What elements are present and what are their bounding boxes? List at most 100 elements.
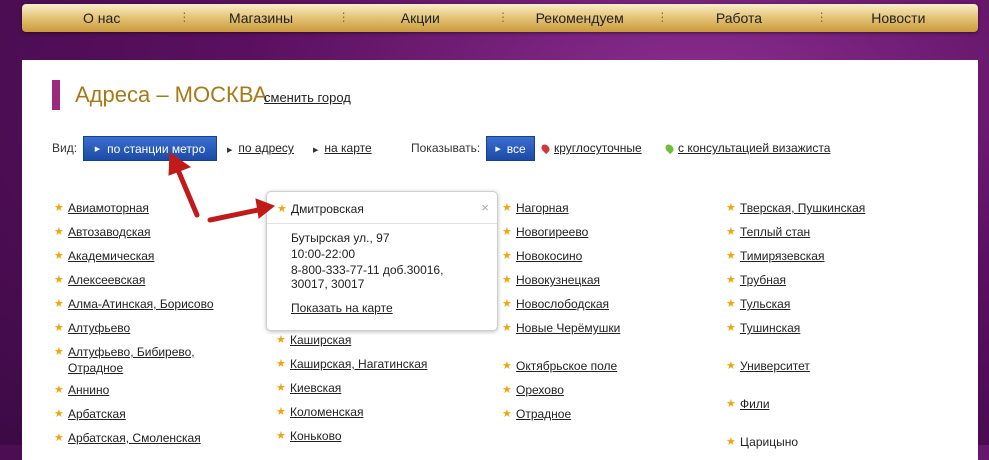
station-link[interactable]: ★ Арбатская — [54, 406, 214, 422]
station-popup: ★ Дмитровская × Бутырская ул., 97 10:00-2… — [266, 191, 498, 331]
filter-round-clock-label: круглосуточные — [554, 141, 642, 155]
station-link[interactable]: ★ Коломенская — [276, 404, 427, 420]
triangle-right-icon: ▶ — [313, 147, 319, 154]
triangle-right-icon: ▶ — [227, 147, 233, 154]
star-icon: ★ — [276, 334, 286, 346]
red-pin-icon — [539, 142, 552, 155]
station-link[interactable]: ★ Трубная — [726, 272, 865, 288]
star-icon: ★ — [276, 358, 286, 370]
content-panel: Адреса – МОСКВА сменить город Вид: ▶ по … — [22, 60, 978, 460]
filter-round-clock-link[interactable]: круглосуточные — [539, 141, 642, 155]
nav-item-recommend[interactable]: Рекомендуем — [497, 4, 659, 32]
nav-item-promos[interactable]: Акции — [338, 4, 500, 32]
star-icon: ★ — [502, 250, 512, 262]
star-icon: ★ — [277, 203, 287, 215]
station-link[interactable]: ★ Отрадное — [502, 406, 620, 422]
page-title: Адреса – МОСКВА — [75, 82, 268, 107]
filter-all-button[interactable]: ▶ все — [486, 136, 535, 161]
title-accent-bar — [52, 80, 60, 110]
green-pin-icon — [663, 142, 676, 155]
filter-label: Показывать: — [411, 141, 481, 155]
popup-station-name: ★ Дмитровская — [277, 202, 364, 216]
station-column-3: ★ Нагорная ★ Новогиреево ★ Новокосино ★ Ново… — [502, 200, 620, 430]
station-column-2: ★ Каширская ★ Каширская, Нагатинская ★ Киев… — [276, 332, 427, 452]
star-icon: ★ — [726, 360, 736, 372]
station-link[interactable]: ★ Коньково — [276, 428, 427, 444]
star-icon: ★ — [726, 202, 736, 214]
station-link[interactable]: ★ Тимирязевская — [726, 248, 865, 264]
filter-consult-link[interactable]: с консультацией визажиста — [663, 141, 831, 155]
filter-all-label: все — [506, 141, 526, 156]
station-link[interactable]: ★ Орехово — [502, 382, 620, 398]
station-link[interactable]: ★ Алтуфьево, Бибирево, Отрадное — [54, 344, 208, 376]
popup-phone: 8-800-333-77-11 доб.30016, — [291, 263, 444, 277]
star-icon: ★ — [54, 250, 64, 262]
star-icon: ★ — [726, 322, 736, 334]
station-link[interactable]: ★ Царицыно — [726, 434, 865, 450]
station-link[interactable]: ★ Новокузнецкая — [502, 272, 620, 288]
star-icon: ★ — [726, 298, 736, 310]
popup-hours: 10:00-22:00 — [291, 247, 356, 261]
station-link[interactable]: ★ Фили — [726, 396, 865, 412]
station-link[interactable]: ★ Новогиреево — [502, 224, 620, 240]
station-link[interactable]: ★ Академическая — [54, 248, 214, 264]
view-by-address-link[interactable]: ▶ по адресу — [227, 141, 294, 155]
popup-address: Бутырская ул., 97 — [291, 231, 390, 245]
star-icon: ★ — [54, 408, 64, 420]
star-icon: ★ — [54, 384, 64, 396]
star-icon: ★ — [54, 274, 64, 286]
station-link[interactable]: ★ Авиамоторная — [54, 200, 214, 216]
nav-item-shops[interactable]: Магазины — [178, 4, 340, 32]
star-icon: ★ — [726, 436, 736, 448]
star-icon: ★ — [502, 322, 512, 334]
filter-consult-label: с консультацией визажиста — [678, 141, 831, 155]
station-link[interactable]: ★ Университет — [726, 358, 865, 374]
view-label: Вид: — [52, 141, 78, 155]
nav-item-jobs[interactable]: Работа — [656, 4, 818, 32]
star-icon: ★ — [502, 226, 512, 238]
star-icon: ★ — [54, 432, 64, 444]
star-icon: ★ — [502, 360, 512, 372]
star-icon: ★ — [54, 346, 64, 358]
nav-item-news[interactable]: Новости — [816, 4, 978, 32]
station-link[interactable]: ★ Тульская — [726, 296, 865, 312]
station-link[interactable]: ★ Киевская — [276, 380, 427, 396]
triangle-right-icon: ▶ — [495, 145, 501, 153]
star-icon: ★ — [502, 384, 512, 396]
change-city-link[interactable]: сменить город — [264, 90, 351, 105]
star-icon: ★ — [726, 398, 736, 410]
station-link[interactable]: ★ Алексеевская — [54, 272, 214, 288]
star-icon: ★ — [276, 382, 286, 394]
station-link[interactable]: ★ Алма-Атинская, Борисово — [54, 296, 214, 312]
star-icon: ★ — [726, 226, 736, 238]
view-on-map-label: на карте — [324, 141, 372, 155]
nav-item-about[interactable]: О нас — [22, 4, 181, 32]
show-on-map-link[interactable]: Показать на карте — [291, 301, 393, 315]
station-link[interactable]: ★ Теплый стан — [726, 224, 865, 240]
station-link[interactable]: ★ Каширская, Нагатинская — [276, 356, 427, 372]
station-link[interactable]: ★ Новокосино — [502, 248, 620, 264]
station-link[interactable]: ★ Нагорная — [502, 200, 620, 216]
star-icon: ★ — [726, 274, 736, 286]
star-icon: ★ — [502, 298, 512, 310]
close-icon[interactable]: × — [481, 200, 489, 215]
station-column-4: ★ Тверская, Пушкинская ★ Теплый стан ★ Тими… — [726, 200, 865, 458]
station-link[interactable]: ★ Аннино — [54, 382, 214, 398]
station-link[interactable]: ★ Октябрьское поле — [502, 358, 620, 374]
station-link[interactable]: ★ Алтуфьево — [54, 320, 214, 336]
station-link[interactable]: ★ Каширская — [276, 332, 427, 348]
station-link[interactable]: ★ Новослободская — [502, 296, 620, 312]
station-link[interactable]: ★ Новые Черёмушки — [502, 320, 620, 336]
star-icon: ★ — [726, 250, 736, 262]
station-link[interactable]: ★ Тверская, Пушкинская — [726, 200, 865, 216]
view-by-metro-label: по станции метро — [107, 141, 206, 156]
view-by-metro-button[interactable]: ▶ по станции метро — [83, 136, 217, 161]
station-link[interactable]: ★ Тушинская — [726, 320, 865, 336]
station-link[interactable]: ★ Автозаводская — [54, 224, 214, 240]
station-link[interactable]: ★ Арбатская, Смоленская — [54, 430, 214, 446]
star-icon: ★ — [276, 406, 286, 418]
star-icon: ★ — [54, 298, 64, 310]
star-icon: ★ — [502, 408, 512, 420]
station-column-1: ★ Авиамоторная ★ Автозаводская ★ Академичес… — [54, 200, 214, 454]
view-on-map-link[interactable]: ▶ на карте — [313, 141, 372, 155]
